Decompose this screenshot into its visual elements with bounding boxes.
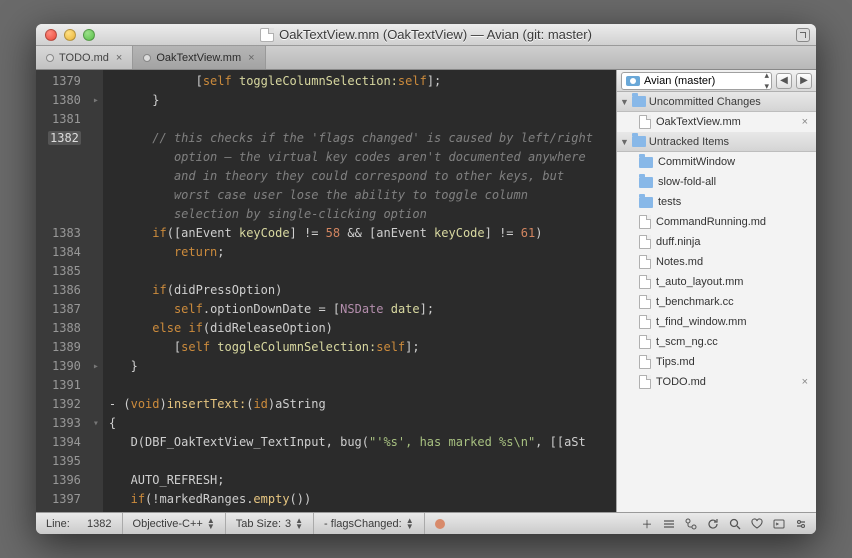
nav-back-button[interactable]: ◀ [776,73,792,89]
file-item[interactable]: Notes.md [617,252,816,272]
close-icon[interactable]: × [802,376,812,388]
folder-icon [639,177,653,188]
file-item[interactable]: TODO.md× [617,372,816,392]
fullscreen-button[interactable] [796,28,810,42]
status-bar: Line: 1382 Objective-C++ ▲▼ Tab Size: 3 … [36,512,816,534]
file-item[interactable]: slow-fold-all [617,172,816,192]
file-icon [639,115,651,129]
disclosure-triangle-icon[interactable]: ▼ [620,137,629,147]
section-uncommitted[interactable]: ▼ Uncommitted Changes [617,92,816,112]
tab-bar: TODO.md×OakTextView.mm× [36,46,816,70]
terminal-icon[interactable] [772,517,786,531]
file-icon [639,335,651,349]
tab-close-icon[interactable]: × [116,52,122,64]
scm-icon[interactable] [684,517,698,531]
camera-icon [626,76,640,86]
file-item[interactable]: CommandRunning.md [617,212,816,232]
reload-icon[interactable] [706,517,720,531]
tab-close-icon[interactable]: × [248,52,254,64]
folder-popup[interactable]: Avian (master) ▴▾ [621,72,772,90]
status-line[interactable]: Line: 1382 [36,513,123,535]
line-number-gutter[interactable]: 1379138013811382 13831384138513861387138… [36,70,89,512]
file-item[interactable]: Tips.md [617,352,816,372]
search-icon[interactable] [728,517,742,531]
popup-arrows-icon: ▲▼ [207,518,215,530]
file-icon [639,255,651,269]
file-icon [639,355,651,369]
folder-icon [632,136,646,147]
tab[interactable]: TODO.md× [36,46,133,69]
folder-icon [639,157,653,168]
file-item[interactable]: t_find_window.mm [617,312,816,332]
close-window-button[interactable] [45,29,57,41]
popup-arrows-icon: ▲▼ [406,518,414,530]
file-browser: Avian (master) ▴▾ ◀ ▶ ▼ Uncommitted Chan… [616,70,816,512]
file-item[interactable]: OakTextView.mm× [617,112,816,132]
file-item[interactable]: CommitWindow [617,152,816,172]
zoom-window-button[interactable] [83,29,95,41]
status-tabsize-popup[interactable]: Tab Size: 3 ▲▼ [226,513,314,535]
fold-gutter[interactable]: ▸▸▾ [89,70,103,512]
file-icon [639,235,651,249]
file-icon [639,275,651,289]
file-item[interactable]: t_auto_layout.mm [617,272,816,292]
status-record[interactable] [425,513,455,535]
disclosure-triangle-icon[interactable]: ▼ [620,97,629,107]
code-area[interactable]: [self toggleColumnSelection:self]; } // … [103,70,616,512]
status-language-popup[interactable]: Objective-C++ ▲▼ [123,513,226,535]
file-icon [639,315,651,329]
record-icon [435,519,445,529]
file-item[interactable]: t_scm_ng.cc [617,332,816,352]
window-title: OakTextView.mm (OakTextView) — Avian (gi… [279,27,592,42]
status-symbol-popup[interactable]: - flagsChanged: ▲▼ [314,513,425,535]
close-icon[interactable]: × [802,116,812,128]
file-item[interactable]: tests [617,192,816,212]
tab-dirty-icon [46,54,54,62]
collapse-icon[interactable] [662,517,676,531]
minimize-window-button[interactable] [64,29,76,41]
file-icon [639,295,651,309]
section-untracked[interactable]: ▼ Untracked Items [617,132,816,152]
tab-dirty-icon [143,54,151,62]
file-item[interactable]: duff.ninja [617,232,816,252]
file-icon [639,215,651,229]
folder-icon [632,96,646,107]
add-button[interactable]: ＋ [640,517,654,531]
tab[interactable]: OakTextView.mm× [133,46,265,69]
folder-icon [639,197,653,208]
file-item[interactable]: t_benchmark.cc [617,292,816,312]
titlebar[interactable]: OakTextView.mm (OakTextView) — Avian (gi… [36,24,816,46]
code-editor[interactable]: 1379138013811382 13831384138513861387138… [36,70,616,512]
app-window: OakTextView.mm (OakTextView) — Avian (gi… [36,24,816,534]
nav-forward-button[interactable]: ▶ [796,73,812,89]
favorite-icon[interactable] [750,517,764,531]
settings-icon[interactable] [794,517,808,531]
popup-arrows-icon: ▲▼ [295,518,303,530]
file-icon [639,375,651,389]
document-proxy-icon[interactable] [260,28,274,42]
popup-arrows-icon: ▴▾ [764,70,767,92]
